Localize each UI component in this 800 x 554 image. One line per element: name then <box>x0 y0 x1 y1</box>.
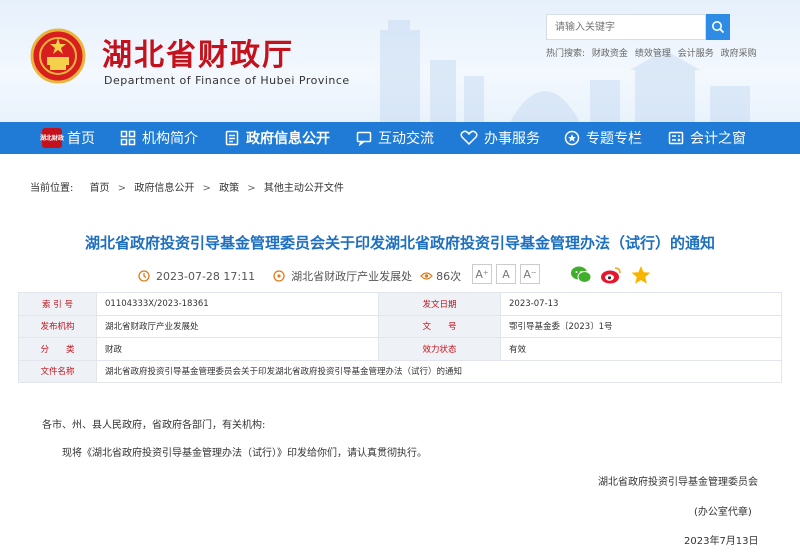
star-badge-icon <box>564 130 580 146</box>
document-icon <box>225 130 239 146</box>
table-row: 发布机构 湖北省财政厅产业发展处 文 号 鄂引导基金委〔2023〕1号 <box>18 314 782 338</box>
date-value: 2023-07-13 <box>500 292 782 316</box>
weibo-share-icon[interactable] <box>600 265 622 285</box>
breadcrumb-link-policy[interactable]: 政策 <box>219 183 239 194</box>
status-label: 效力状态 <box>378 337 501 361</box>
site-subtitle: Department of Finance of Hubei Province <box>104 74 350 87</box>
article-title: 湖北省政府投资引导基金管理委员会关于印发湖北省政府投资引导基金管理办法（试行）的… <box>84 234 715 252</box>
heart-icon <box>460 130 478 146</box>
nav-item-gov-info[interactable]: 政府信息公开 <box>224 122 330 154</box>
search-input[interactable] <box>546 14 706 40</box>
grid-icon <box>120 130 136 146</box>
breadcrumb-link-other-files[interactable]: 其他主动公开文件 <box>264 183 344 194</box>
chat-icon <box>356 131 372 146</box>
seal-note: (办公室代章) <box>694 507 752 518</box>
publish-source: 湖北省财政厅产业发展处 <box>291 270 413 283</box>
breadcrumb-separator: > <box>202 183 211 194</box>
hot-search-term[interactable]: 会计服务 <box>678 49 714 59</box>
hot-search-term[interactable]: 绩效管理 <box>635 49 671 59</box>
header-banner: 湖北省财政厅 Department of Finance of Hubei Pr… <box>0 0 800 122</box>
table-row: 索 引 号 01104333X/2023-18361 发文日期 2023-07-… <box>18 292 782 316</box>
category-label: 分 类 <box>18 337 97 361</box>
filename-label: 文件名称 <box>18 359 97 383</box>
publish-datetime: 2023-07-28 17:11 <box>156 269 256 283</box>
nav-item-accounting[interactable]: 会计之窗 <box>668 122 746 154</box>
nav-item-services[interactable]: 办事服务 <box>460 122 540 154</box>
breadcrumb-link-gov-info[interactable]: 政府信息公开 <box>134 183 194 194</box>
nav-item-label: 首页 <box>67 131 95 147</box>
breadcrumb-prefix: 当前位置: <box>30 183 74 194</box>
nav-item-interaction[interactable]: 互动交流 <box>356 122 434 154</box>
docno-label: 文 号 <box>378 314 501 338</box>
breadcrumb-separator: > <box>117 183 127 194</box>
issuer-label: 发布机构 <box>18 314 97 338</box>
index-label: 索 引 号 <box>18 292 97 316</box>
breadcrumb-link-home[interactable]: 首页 <box>90 183 110 194</box>
source-icon <box>273 270 285 282</box>
font-size-default-button[interactable]: A <box>496 264 516 284</box>
main-nav: 湖北财政 首页 机构简介 政府信息公开 互动交流 办事服务 专题专栏 会计之窗 <box>0 122 800 154</box>
breadcrumb-separator: > <box>247 183 256 194</box>
search-button[interactable] <box>706 14 730 40</box>
calculator-icon <box>668 131 684 145</box>
article-meta: 2023-07-28 17:11 湖北省财政厅产业发展处 86次 <box>138 266 461 286</box>
eye-icon <box>420 272 433 280</box>
date-label: 发文日期 <box>378 292 501 316</box>
breadcrumb: 当前位置: 首页 > 政府信息公开 > 政策 > 其他主动公开文件 <box>30 179 344 194</box>
salutation: 各市、州、县人民政府，省政府各部门，有关机构: <box>42 420 266 431</box>
signature: 湖北省政府投资引导基金管理委员会 <box>598 477 758 488</box>
national-emblem-icon <box>30 28 86 84</box>
favorite-star-icon[interactable] <box>630 265 652 285</box>
index-value: 01104333X/2023-18361 <box>96 292 379 316</box>
hot-search-term[interactable]: 政府采购 <box>721 49 757 59</box>
table-row: 文件名称 湖北省政府投资引导基金管理委员会关于印发湖北省政府投资引导基金管理办法… <box>18 359 782 383</box>
nav-item-label: 办事服务 <box>484 131 540 147</box>
sign-date: 2023年7月13日 <box>684 536 759 547</box>
table-row: 分 类 财政 效力状态 有效 <box>18 337 782 361</box>
font-size-decrease-button[interactable]: A⁻ <box>520 264 540 284</box>
search-icon <box>712 21 725 34</box>
nav-item-label: 互动交流 <box>378 131 434 147</box>
document-info-table: 索 引 号 01104333X/2023-18361 发文日期 2023-07-… <box>18 292 782 383</box>
category-value: 财政 <box>96 337 379 361</box>
nav-item-label: 会计之窗 <box>690 131 746 147</box>
status-value: 有效 <box>500 337 782 361</box>
hot-search-row: 热门搜索: 财政资金 绩效管理 会计服务 政府采购 <box>546 46 761 59</box>
view-count: 86次 <box>436 270 462 283</box>
docno-value: 鄂引导基金委〔2023〕1号 <box>500 314 782 338</box>
hot-search-term[interactable]: 财政资金 <box>592 49 628 59</box>
clock-icon <box>138 270 150 282</box>
nav-item-label: 专题专栏 <box>586 131 642 147</box>
wechat-share-icon[interactable] <box>570 265 592 285</box>
nav-item-home[interactable]: 湖北财政 首页 <box>40 122 95 154</box>
issuer-value: 湖北省财政厅产业发展处 <box>96 314 379 338</box>
hot-search-label: 热门搜索: <box>546 49 586 59</box>
nav-item-label: 政府信息公开 <box>246 131 330 147</box>
home-logo-icon: 湖北财政 <box>40 128 64 148</box>
font-size-increase-button[interactable]: A⁺ <box>472 264 492 284</box>
site-title: 湖北省财政厅 <box>102 38 294 73</box>
filename-value: 湖北省政府投资引导基金管理委员会关于印发湖北省政府投资引导基金管理办法（试行）的… <box>96 359 782 383</box>
nav-item-topics[interactable]: 专题专栏 <box>564 122 642 154</box>
nav-item-label: 机构简介 <box>142 131 198 147</box>
nav-item-about[interactable]: 机构简介 <box>120 122 198 154</box>
body-paragraph: 现将《湖北省政府投资引导基金管理办法（试行）》印发给你们，请认真贯彻执行。 <box>62 448 427 459</box>
